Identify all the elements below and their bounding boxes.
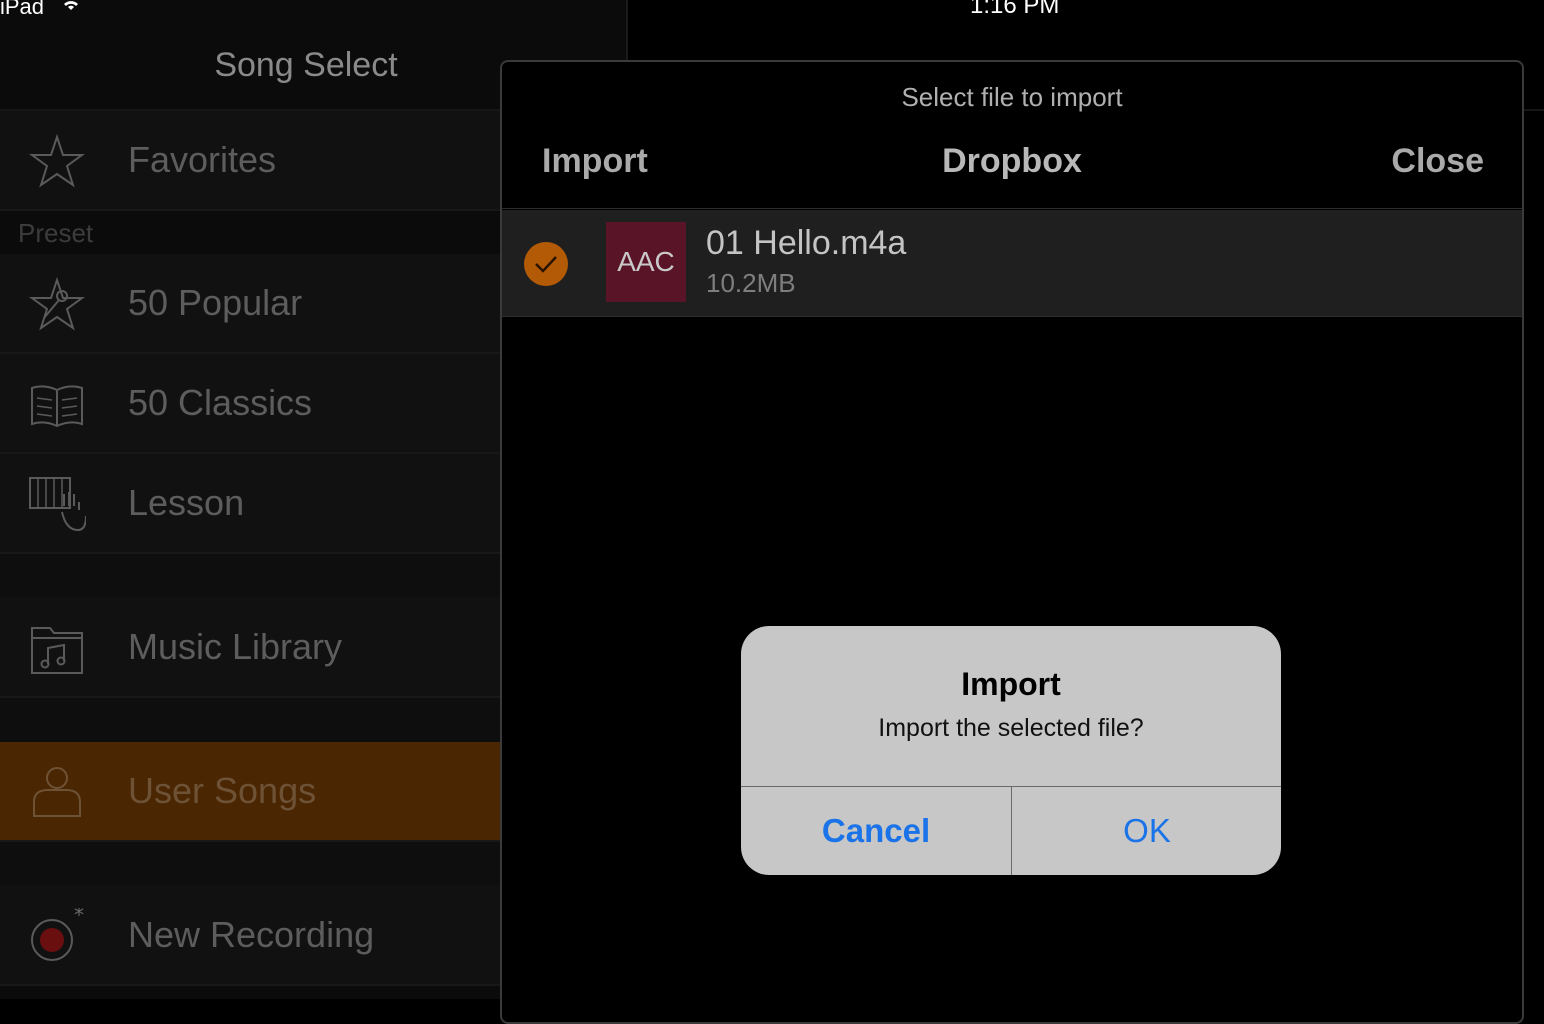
close-button[interactable]: Close (1391, 142, 1484, 181)
sidebar-item-music-library[interactable]: Music Library (0, 598, 500, 698)
import-alert-dialog: Import Import the selected file? Cancel … (741, 626, 1281, 875)
source-title: Dropbox (942, 142, 1082, 180)
sidebar-item-50-popular[interactable]: 50 Popular (0, 254, 500, 354)
clock: 1:16 PM (970, 0, 1060, 19)
file-type-badge: AAC (606, 222, 686, 302)
sidebar-item-label: 50 Classics (128, 382, 313, 423)
panel-title: Select file to import (901, 82, 1123, 112)
sidebar-item-user-songs[interactable]: User Songs (0, 742, 500, 842)
status-bar: iPad 1:16 PM (0, 0, 1544, 20)
import-file-panel: Select file to import Import Dropbox Clo… (500, 60, 1524, 1024)
user-icon (33, 767, 81, 817)
device-label: iPad (0, 0, 45, 19)
sidebar-item-favorites[interactable]: Favorites (0, 111, 500, 211)
music-folder-icon (31, 627, 83, 674)
checkmark-icon (535, 256, 557, 273)
sidebar-item-label: User Songs (128, 770, 317, 811)
file-size: 10.2MB (706, 268, 796, 298)
record-icon: * (31, 908, 84, 961)
ok-button[interactable]: OK (1012, 787, 1281, 875)
star-icon (28, 133, 86, 188)
sidebar-item-label: New Recording (128, 914, 375, 955)
alert-message: Import the selected file? (878, 714, 1144, 742)
checkbox-checked[interactable] (524, 242, 568, 286)
panel-nav-bar: Import Dropbox Close (502, 142, 1522, 188)
sidebar-item-new-recording[interactable]: * New Recording (0, 886, 500, 986)
sidebar-item-50-classics[interactable]: 50 Classics (0, 354, 500, 454)
spacer (0, 554, 500, 598)
piano-hand-icon (29, 477, 86, 532)
book-icon (31, 385, 83, 428)
alert-title: Import (961, 666, 1061, 702)
wifi-icon (64, 1, 78, 10)
cancel-button[interactable]: Cancel (741, 787, 1011, 875)
sidebar-item-lesson[interactable]: Lesson (0, 454, 500, 554)
spacer (0, 842, 500, 886)
star-microphone-icon (28, 276, 86, 331)
svg-text:*: * (74, 908, 84, 927)
sidebar-item-label: 50 Popular (128, 282, 303, 323)
import-button[interactable]: Import (542, 142, 648, 181)
file-row[interactable]: AAC 01 Hello.m4a 10.2MB (502, 210, 1522, 317)
sidebar-item-label: Favorites (128, 139, 277, 180)
section-header-preset: Preset (18, 218, 94, 248)
spacer (0, 698, 500, 742)
file-name: 01 Hello.m4a (706, 224, 907, 262)
sidebar-item-label: Lesson (128, 482, 245, 523)
sidebar-item-label: Music Library (128, 626, 343, 667)
nav-divider (502, 208, 1522, 209)
